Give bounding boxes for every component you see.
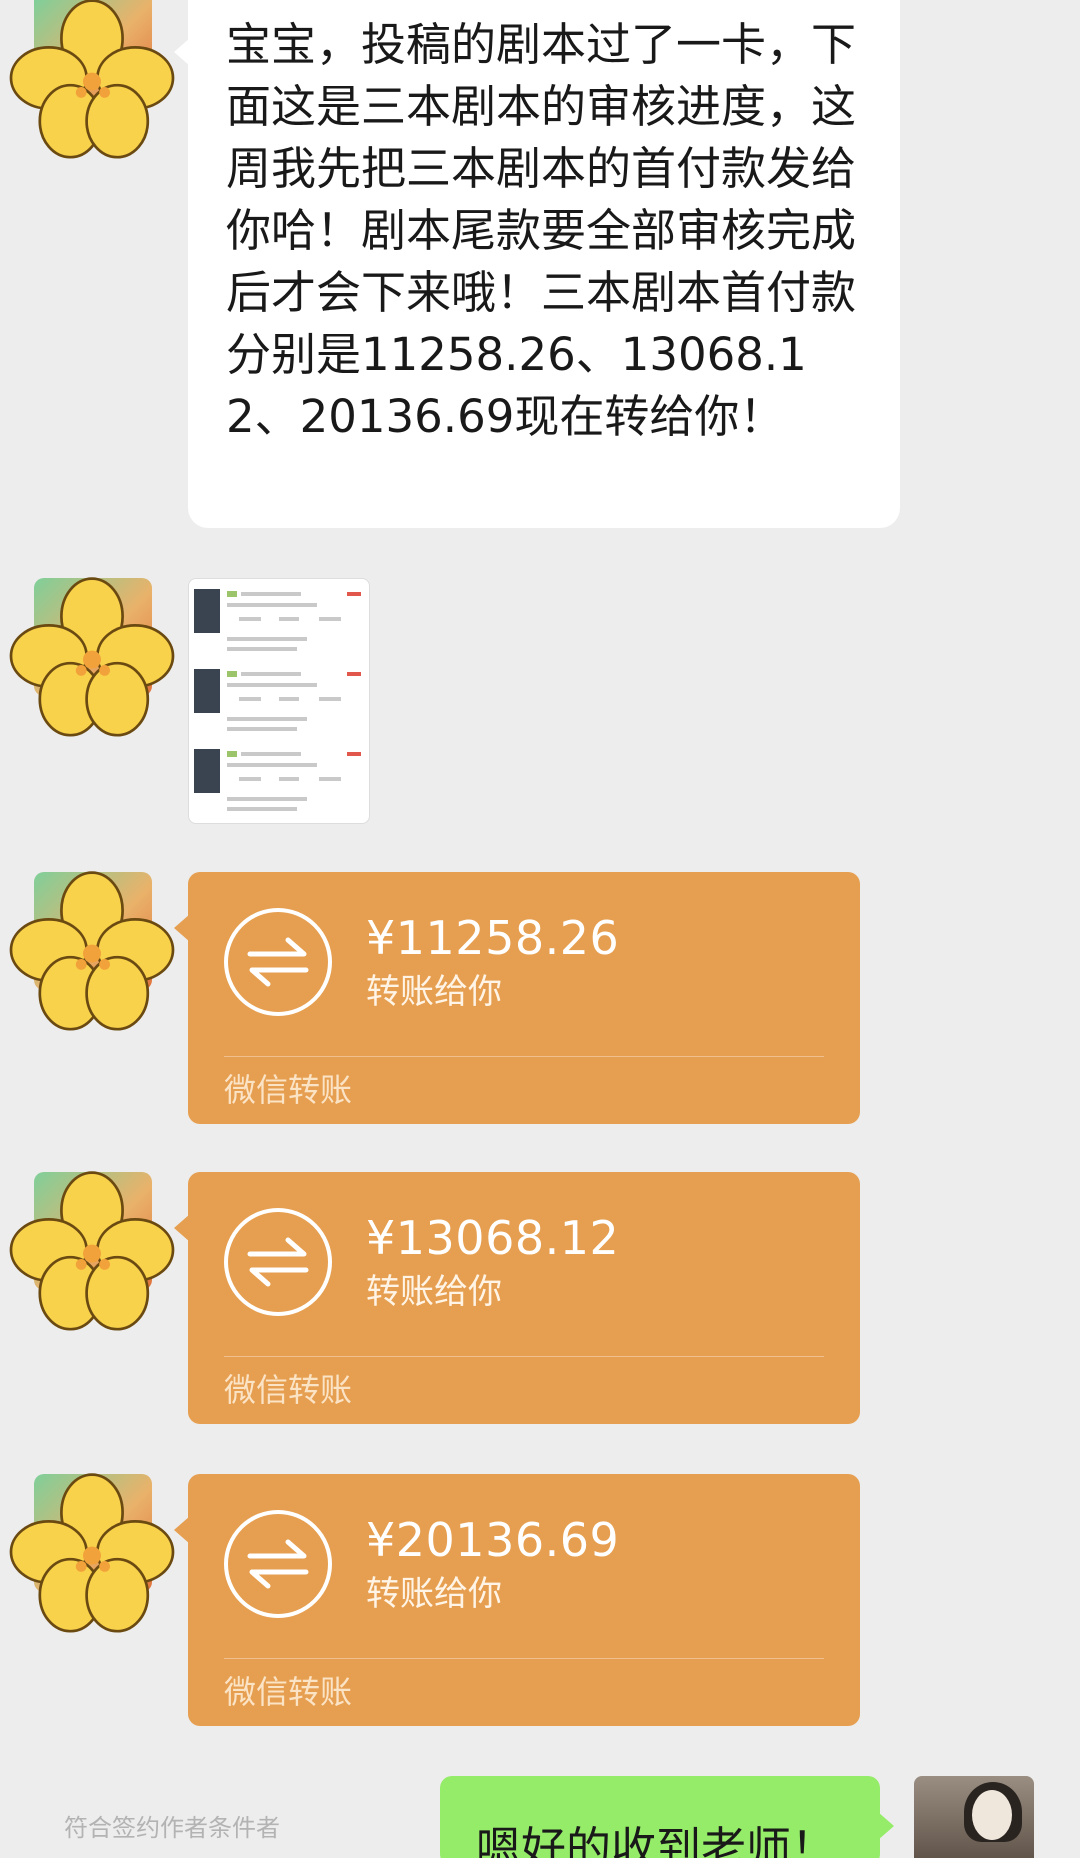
transfer-card-2[interactable]: ¥13068.12 转账给你 微信转账 <box>174 1172 860 1424</box>
divider <box>224 1658 824 1659</box>
reply-text: 嗯好的收到老师！ <box>476 1822 837 1858</box>
transfer-amount: ¥20136.69 <box>366 1513 620 1567</box>
transfer-card-1[interactable]: ¥11258.26 转账给你 微信转账 <box>174 872 860 1124</box>
flower-sticker-icon <box>9 871 175 1031</box>
transfer-card-3[interactable]: ¥20136.69 转账给你 微信转账 <box>174 1474 860 1726</box>
message-text: 宝宝，投稿的剧本过了一卡，下面这是三本剧本的审核进度，这周我先把三本剧本的首付款… <box>226 18 857 443</box>
sender-avatar[interactable] <box>9 0 175 159</box>
sender-avatar[interactable] <box>9 1171 175 1331</box>
divider <box>224 1356 824 1357</box>
watermark-notice: 符合签约作者条件者 <box>64 1814 280 1842</box>
thumbnail-row <box>189 663 369 743</box>
text-message-bubble[interactable]: 宝宝，投稿的剧本过了一卡，下面这是三本剧本的审核进度，这周我先把三本剧本的首付款… <box>174 0 900 528</box>
sender-avatar[interactable] <box>9 577 175 737</box>
transfer-label: 转账给你 <box>366 972 502 1012</box>
transfer-arrows-icon <box>224 1208 332 1316</box>
transfer-amount: ¥11258.26 <box>366 911 620 965</box>
chat-screen: 宝宝，投稿的剧本过了一卡，下面这是三本剧本的审核进度，这周我先把三本剧本的首付款… <box>0 0 1080 1858</box>
transfer-footer: 微信转账 <box>224 1673 353 1711</box>
transfer-amount: ¥13068.12 <box>366 1211 620 1265</box>
transfer-footer: 微信转账 <box>224 1371 353 1409</box>
image-message-thumbnail[interactable] <box>188 578 370 824</box>
transfer-label: 转账给你 <box>366 1574 502 1614</box>
flower-sticker-icon <box>9 577 175 737</box>
thumbnail-row <box>189 583 369 663</box>
flower-sticker-icon <box>9 1171 175 1331</box>
reply-message-bubble[interactable]: 嗯好的收到老师！ <box>440 1776 894 1858</box>
transfer-arrows-icon <box>224 1510 332 1618</box>
divider <box>224 1056 824 1057</box>
user-photo-avatar[interactable] <box>914 1776 1034 1858</box>
thumbnail-row <box>189 743 369 823</box>
transfer-footer: 微信转账 <box>224 1071 353 1109</box>
transfer-arrows-icon <box>224 908 332 1016</box>
transfer-label: 转账给你 <box>366 1272 502 1312</box>
flower-sticker-icon <box>9 1473 175 1633</box>
sender-avatar[interactable] <box>9 1473 175 1633</box>
flower-sticker-icon <box>9 0 175 159</box>
sender-avatar[interactable] <box>9 871 175 1031</box>
